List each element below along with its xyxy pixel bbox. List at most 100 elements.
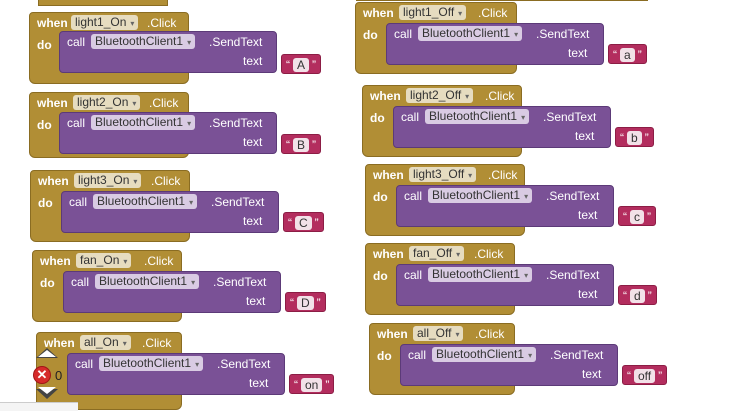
text-literal-block[interactable]: “a” xyxy=(608,44,647,64)
do-label: do xyxy=(363,28,378,42)
offscreen-block-right[interactable] xyxy=(356,0,648,1)
close-quote-icon: ” xyxy=(637,48,642,62)
text-literal-block[interactable]: “C” xyxy=(283,212,324,232)
call-block-all-off[interactable]: call BluetoothClient1 ▾ .SendText text xyxy=(400,344,618,386)
method-name: .SendText xyxy=(546,268,600,282)
component-dropdown[interactable]: BluetoothClient1 ▾ xyxy=(428,188,533,203)
component-dropdown[interactable]: BluetoothClient1 ▾ xyxy=(418,26,523,41)
when-label: when xyxy=(37,96,68,110)
error-x-icon[interactable]: ✕ xyxy=(33,366,51,384)
text-value-field[interactable]: a xyxy=(620,48,635,62)
chevron-down-icon: ▾ xyxy=(130,19,135,28)
text-value-field[interactable]: c xyxy=(630,210,644,224)
text-literal-block[interactable]: “A” xyxy=(281,54,322,74)
arrow-up-icon[interactable] xyxy=(36,348,58,358)
text-value-field[interactable]: C xyxy=(295,216,312,230)
text-arg-label: text xyxy=(578,287,598,301)
component-dropdown[interactable]: BluetoothClient1 ▾ xyxy=(99,356,204,371)
event-component-dropdown[interactable]: light3_On ▾ xyxy=(74,173,142,188)
component-dropdown[interactable]: BluetoothClient1 ▾ xyxy=(432,347,537,362)
component-name: BluetoothClient1 xyxy=(103,356,192,370)
event-component-dropdown[interactable]: fan_On ▾ xyxy=(76,253,132,268)
close-quote-icon: ” xyxy=(325,378,330,392)
offscreen-block-left[interactable] xyxy=(38,0,168,6)
chevron-down-icon: ▾ xyxy=(187,38,192,47)
call-label: call xyxy=(401,110,420,124)
do-label: do xyxy=(38,196,53,210)
chevron-down-icon: ▾ xyxy=(468,171,473,180)
close-quote-icon: ” xyxy=(312,138,317,152)
call-block-fan-on[interactable]: call BluetoothClient1 ▾ .SendText text xyxy=(63,271,281,313)
when-label: when xyxy=(370,89,401,103)
call-block-light2-off[interactable]: call BluetoothClient1 ▾ .SendText text xyxy=(393,106,611,148)
event-component-dropdown[interactable]: light2_Off ▾ xyxy=(406,88,474,103)
call-label: call xyxy=(404,189,423,203)
text-literal-block[interactable]: “off” xyxy=(622,365,668,385)
component-name: BluetoothClient1 xyxy=(429,109,518,123)
component-name: BluetoothClient1 xyxy=(432,188,521,202)
text-value-field[interactable]: b xyxy=(627,131,642,145)
text-arg-label: text xyxy=(568,46,588,60)
chevron-down-icon: ▾ xyxy=(458,9,463,18)
event-component-dropdown[interactable]: fan_Off ▾ xyxy=(409,246,465,261)
text-literal-block[interactable]: “B” xyxy=(281,134,322,154)
component-dropdown[interactable]: BluetoothClient1 ▾ xyxy=(95,274,200,289)
text-literal-block[interactable]: “d” xyxy=(618,285,657,305)
event-component-dropdown[interactable]: light1_Off ▾ xyxy=(399,5,467,20)
method-name: .SendText xyxy=(536,27,590,41)
event-component-name: fan_Off xyxy=(413,246,453,260)
call-block-light1-off[interactable]: call BluetoothClient1 ▾ .SendText text xyxy=(386,23,604,65)
text-value-field[interactable]: A xyxy=(293,58,310,72)
event-component-name: light3_Off xyxy=(413,167,465,181)
call-block-all-on[interactable]: call BluetoothClient1 ▾ .SendText text xyxy=(67,353,285,395)
event-component-dropdown[interactable]: all_Off ▾ xyxy=(413,326,464,341)
component-dropdown[interactable]: BluetoothClient1 ▾ xyxy=(425,109,530,124)
do-label: do xyxy=(40,276,55,290)
event-component-dropdown[interactable]: light1_On ▾ xyxy=(71,15,139,30)
component-dropdown[interactable]: BluetoothClient1 ▾ xyxy=(93,194,198,209)
method-name: .SendText xyxy=(550,348,604,362)
text-value-field[interactable]: on xyxy=(301,378,323,392)
component-dropdown[interactable]: BluetoothClient1 ▾ xyxy=(91,34,196,49)
component-dropdown[interactable]: BluetoothClient1 ▾ xyxy=(428,267,533,282)
text-arg-label: text xyxy=(249,376,269,390)
chevron-down-icon: ▾ xyxy=(456,250,461,259)
event-component-dropdown[interactable]: light2_On ▾ xyxy=(73,95,141,110)
component-dropdown[interactable]: BluetoothClient1 ▾ xyxy=(91,115,196,130)
text-literal-block[interactable]: “D” xyxy=(285,292,326,312)
event-name: .Click xyxy=(485,89,515,103)
open-quote-icon: “ xyxy=(623,210,627,224)
open-quote-icon: “ xyxy=(286,138,290,152)
do-label: do xyxy=(373,190,388,204)
do-label: do xyxy=(370,111,385,125)
event-component-dropdown[interactable]: all_On ▾ xyxy=(80,335,131,350)
text-literal-block[interactable]: “b” xyxy=(615,127,654,147)
call-block-light3-off[interactable]: call BluetoothClient1 ▾ .SendText text xyxy=(396,185,614,227)
text-value-field[interactable]: d xyxy=(630,289,645,303)
arrow-down-icon[interactable] xyxy=(36,387,58,399)
when-label: when xyxy=(373,168,404,182)
text-literal-block[interactable]: “on” xyxy=(289,374,335,394)
call-block-fan-off[interactable]: call BluetoothClient1 ▾ .SendText text xyxy=(396,264,614,306)
call-label: call xyxy=(67,35,86,49)
call-label: call xyxy=(67,116,86,130)
text-literal-block[interactable]: “c” xyxy=(618,206,656,226)
do-label: do xyxy=(37,118,52,132)
event-name: .Click xyxy=(478,6,508,20)
open-quote-icon: “ xyxy=(620,131,624,145)
chevron-down-icon: ▾ xyxy=(521,113,526,122)
close-quote-icon: ” xyxy=(314,216,319,230)
event-component-dropdown[interactable]: light3_Off ▾ xyxy=(409,167,477,182)
blocks-workspace[interactable]: when light1_On ▾ .Click do call Bluetooth… xyxy=(0,0,738,411)
text-value-field[interactable]: B xyxy=(293,138,310,152)
text-value-field[interactable]: off xyxy=(634,369,656,383)
call-block-light3-on[interactable]: call BluetoothClient1 ▾ .SendText text xyxy=(61,191,279,233)
text-arg-label: text xyxy=(575,129,595,143)
event-name: .Click xyxy=(149,96,179,110)
event-name: .Click xyxy=(147,16,177,30)
chevron-down-icon: ▾ xyxy=(455,330,460,339)
text-value-field[interactable]: D xyxy=(297,296,314,310)
call-block-light1-on[interactable]: call BluetoothClient1 ▾ .SendText text xyxy=(59,31,277,73)
call-block-light2-on[interactable]: call BluetoothClient1 ▾ .SendText text xyxy=(59,112,277,154)
event-name: .Click xyxy=(151,174,181,188)
